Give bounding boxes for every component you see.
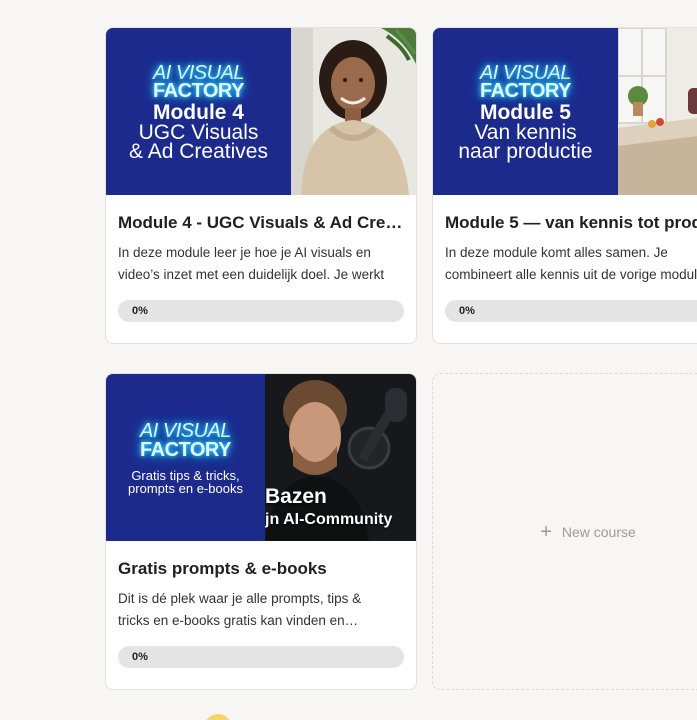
brand-line-2: FACTORY [153, 80, 244, 103]
thumbnail-text-panel: AI VISUAL FACTORY Module 5 Van kennis na… [433, 28, 618, 195]
progress-label: 0% [132, 651, 148, 663]
new-course-label: New course [561, 523, 636, 540]
course-description-line: Dit is dé plek waar je alle prompts, tip… [118, 591, 362, 606]
new-course-button[interactable]: + New course [432, 373, 697, 690]
course-progress-bar: 0% [445, 300, 697, 322]
thumbnail-module-label: Module 5 [479, 100, 571, 124]
thumbnail-subtitle-1: UGC Visuals [138, 120, 259, 144]
course-description: In deze module leer je hoe je AI visuals… [118, 242, 404, 286]
progress-label: 0% [132, 305, 148, 317]
course-title: Gratis prompts & e-books [118, 559, 327, 578]
thumbnail-subtitle-1: Gratis tips & tricks, [131, 467, 240, 483]
course-description-line: In deze module komt alles samen. Je [445, 245, 668, 260]
course-thumbnail: AI VISUAL FACTORY Gratis tips & tricks, … [106, 374, 416, 541]
thumbnail-subtitle-2: naar productie [458, 139, 593, 163]
thumbnail-text-panel: AI VISUAL FACTORY Module 4 UGC Visuals &… [106, 28, 291, 195]
thumbnail-text-panel: AI VISUAL FACTORY Gratis tips & tricks, … [106, 374, 265, 541]
course-description-line: In deze module leer je hoe je AI visuals… [118, 245, 371, 260]
course-card-module-4[interactable]: AI VISUAL FACTORY Module 4 UGC Visuals &… [105, 27, 417, 344]
brand-line-1: AI VISUAL [139, 420, 232, 443]
thumbnail-subtitle-2: prompts en e-books [128, 480, 243, 496]
course-card-gratis-prompts[interactable]: AI VISUAL FACTORY Gratis tips & tricks, … [105, 373, 417, 690]
partial-avatar [204, 714, 232, 720]
course-description: In deze module komt alles samen. Je comb… [445, 242, 697, 286]
course-thumbnail: AI VISUAL FACTORY Module 4 UGC Visuals &… [106, 28, 416, 195]
course-card-module-5[interactable]: AI VISUAL FACTORY Module 5 Van kennis na… [432, 27, 697, 344]
course-description-line: combineert alle kennis uit de vorige mod… [445, 267, 697, 282]
course-progress-bar: 0% [118, 300, 404, 322]
thumbnail-overlay-line-1: Bazen [265, 485, 327, 508]
course-progress-bar: 0% [118, 646, 404, 668]
course-description: Dit is dé plek waar je alle prompts, tip… [118, 588, 404, 632]
thumbnail-overlay-line-2: jn AI-Community [265, 511, 393, 528]
course-thumbnail: AI VISUAL FACTORY Module 5 Van kennis na… [433, 28, 697, 195]
course-title: Module 4 - UGC Visuals & Ad Creatives [118, 213, 404, 232]
course-title: Module 5 — van kennis tot productie [445, 213, 697, 232]
brand-line-2: FACTORY [140, 438, 231, 461]
thumbnail-module-label: Module 4 [152, 100, 244, 124]
thumbnail-subtitle-1: Van kennis [474, 120, 577, 144]
course-description-line: video’s inzet met een duidelijk doel. Je… [118, 267, 385, 282]
brand-line-2: FACTORY [480, 80, 571, 103]
thumbnail-photo-man-microphone: Bazen jn AI-Community [265, 374, 416, 541]
course-grid: AI VISUAL FACTORY Module 4 UGC Visuals &… [0, 0, 697, 720]
thumbnail-photo-woman [291, 28, 416, 195]
plus-icon: + [540, 520, 552, 543]
progress-label: 0% [459, 305, 475, 317]
thumbnail-subtitle-2: & Ad Creatives [129, 139, 268, 163]
course-description-line: tricks en e-books gratis kan vinden en… [118, 613, 359, 628]
thumbnail-photo-kitchen [618, 28, 697, 195]
